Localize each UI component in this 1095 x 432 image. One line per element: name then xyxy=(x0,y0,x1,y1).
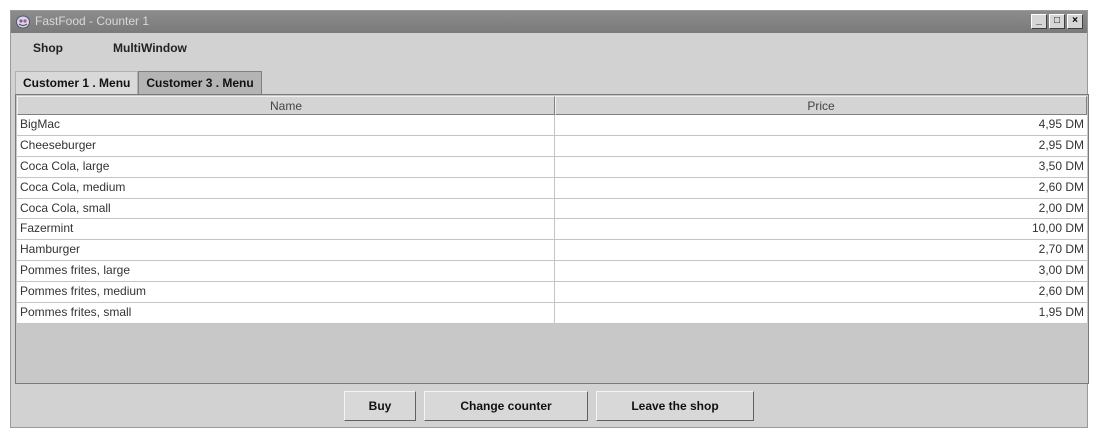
column-header-price[interactable]: Price xyxy=(555,96,1087,115)
maximize-button[interactable]: □ xyxy=(1049,14,1065,29)
table-row[interactable]: Fazermint 10,00 DM xyxy=(17,219,1087,241)
close-button[interactable]: × xyxy=(1067,14,1083,29)
item-name: Coca Cola, small xyxy=(17,198,555,219)
item-price: 1,95 DM xyxy=(1038,305,1084,320)
app-cup-icon xyxy=(16,15,30,29)
tab-customer-3-menu[interactable]: Customer 3 . Menu xyxy=(138,71,262,94)
item-name: Pommes frites, medium xyxy=(17,282,555,303)
table-row[interactable]: Hamburger 2,70 DM xyxy=(17,240,1087,262)
buy-button[interactable]: Buy xyxy=(344,391,416,421)
window-controls: _ □ × xyxy=(1031,14,1083,29)
table-body: BigMac 4,95 DM Cheeseburger 2,95 DM Coca… xyxy=(17,115,1087,324)
item-name: Pommes frites, small xyxy=(17,303,555,323)
table-row[interactable]: Pommes frites, large 3,00 DM xyxy=(17,261,1087,283)
item-price: 3,50 DM xyxy=(1038,158,1084,173)
item-price: 2,70 DM xyxy=(1038,242,1084,257)
menu-multiwindow[interactable]: MultiWindow xyxy=(113,35,187,57)
item-price: 3,00 DM xyxy=(1038,263,1084,278)
item-price: 2,60 DM xyxy=(1038,179,1084,194)
menu-bar: Shop MultiWindow xyxy=(11,35,1087,57)
item-price: 2,00 DM xyxy=(1038,200,1084,215)
item-price: 10,00 DM xyxy=(1031,221,1084,236)
item-price: 2,95 DM xyxy=(1038,137,1084,152)
table-row[interactable]: BigMac 4,95 DM xyxy=(17,115,1087,136)
tab-customer-1-menu[interactable]: Customer 1 . Menu xyxy=(15,71,139,94)
item-name: Hamburger xyxy=(17,240,555,261)
item-price: 2,60 DM xyxy=(1038,284,1084,299)
table-row[interactable]: Pommes frites, medium 2,60 DM xyxy=(17,282,1087,304)
change-counter-button[interactable]: Change counter xyxy=(424,391,588,421)
item-name: Fazermint xyxy=(17,219,555,240)
item-price: 4,95 DM xyxy=(1038,117,1084,131)
minimize-button[interactable]: _ xyxy=(1031,14,1047,29)
action-buttons: Buy Change counter Leave the shop xyxy=(11,391,1087,421)
title-bar[interactable]: FastFood - Counter 1 _ □ × xyxy=(11,11,1087,33)
menu-shop[interactable]: Shop xyxy=(33,35,63,57)
tab-strip: Customer 1 . Menu Customer 3 . Menu xyxy=(15,71,262,94)
item-name: Coca Cola, large xyxy=(17,156,555,177)
window-title: FastFood - Counter 1 xyxy=(35,14,150,28)
app-window: FastFood - Counter 1 _ □ × Shop MultiWin… xyxy=(10,10,1089,428)
item-name: BigMac xyxy=(17,115,555,135)
menu-table: Name Price BigMac 4,95 DM Cheeseburger 2… xyxy=(15,94,1089,384)
item-name: Coca Cola, medium xyxy=(17,177,555,198)
table-row[interactable]: Coca Cola, medium 2,60 DM xyxy=(17,177,1087,199)
table-row[interactable]: Cheeseburger 2,95 DM xyxy=(17,135,1087,157)
table-row[interactable]: Coca Cola, small 2,00 DM xyxy=(17,198,1087,220)
leave-shop-button[interactable]: Leave the shop xyxy=(596,391,754,421)
column-header-name[interactable]: Name xyxy=(17,96,555,115)
table-row[interactable]: Coca Cola, large 3,50 DM xyxy=(17,156,1087,178)
table-row[interactable]: Pommes frites, small 1,95 DM xyxy=(17,303,1087,324)
table-header: Name Price xyxy=(17,96,1087,115)
item-name: Cheeseburger xyxy=(17,135,555,156)
item-name: Pommes frites, large xyxy=(17,261,555,282)
